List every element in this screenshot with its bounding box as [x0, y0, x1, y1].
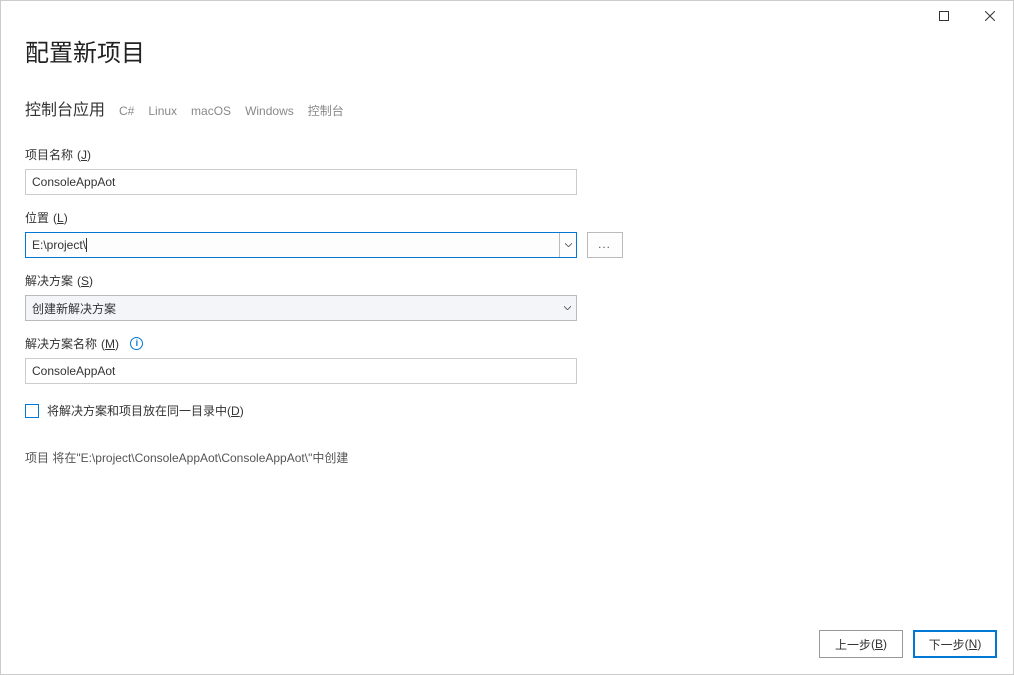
- text-caret: [86, 238, 87, 252]
- same-directory-checkbox[interactable]: [25, 404, 39, 418]
- location-combo[interactable]: E:\project\: [25, 232, 577, 258]
- tag: Windows: [245, 104, 294, 118]
- solution-name-input[interactable]: ConsoleAppAot: [25, 358, 577, 384]
- page-title: 配置新项目: [25, 33, 989, 68]
- location-label: 位置(L): [25, 209, 989, 226]
- info-icon[interactable]: i: [130, 337, 143, 350]
- tag: C#: [119, 104, 134, 118]
- project-name-input[interactable]: ConsoleAppAot: [25, 169, 577, 195]
- maximize-icon: [939, 11, 949, 21]
- next-button[interactable]: 下一步(N): [913, 630, 997, 658]
- tag: 控制台: [308, 102, 344, 119]
- tag: Linux: [148, 104, 177, 118]
- solution-label: 解决方案(S): [25, 272, 989, 289]
- content: 配置新项目 控制台应用 C# Linux macOS Windows 控制台 项…: [25, 27, 989, 618]
- location-block: 位置(L) E:\project\ ...: [25, 209, 989, 258]
- same-directory-row: 将解决方案和项目放在同一目录中(D): [25, 402, 989, 419]
- project-path-note: 项目 将在"E:\project\ConsoleAppAot\ConsoleAp…: [25, 449, 989, 466]
- same-directory-label: 将解决方案和项目放在同一目录中(D): [47, 402, 244, 419]
- project-name-label: 项目名称(J): [25, 146, 989, 163]
- solution-name-block: 解决方案名称(M) i ConsoleAppAot: [25, 335, 989, 384]
- footer: 上一步(B) 下一步(N): [819, 630, 997, 658]
- project-name-block: 项目名称(J) ConsoleAppAot: [25, 146, 989, 195]
- back-button[interactable]: 上一步(B): [819, 630, 903, 658]
- template-row: 控制台应用 C# Linux macOS Windows 控制台: [25, 96, 989, 120]
- template-name: 控制台应用: [25, 96, 105, 120]
- solution-dropdown-arrow[interactable]: [559, 296, 576, 320]
- location-dropdown-arrow[interactable]: [559, 233, 576, 257]
- chevron-down-icon: [564, 306, 571, 310]
- solution-combo[interactable]: 创建新解决方案: [25, 295, 577, 321]
- solution-block: 解决方案(S) 创建新解决方案: [25, 272, 989, 321]
- chevron-down-icon: [565, 243, 572, 247]
- browse-button[interactable]: ...: [587, 232, 623, 258]
- tag: macOS: [191, 104, 231, 118]
- close-icon: [985, 11, 995, 21]
- solution-name-label: 解决方案名称(M) i: [25, 335, 989, 352]
